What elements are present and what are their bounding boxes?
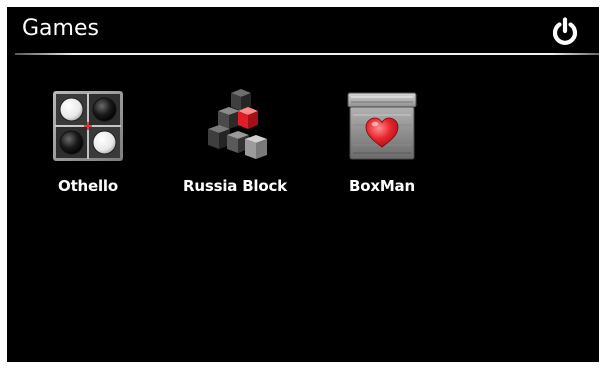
header-divider xyxy=(15,53,599,55)
game-othello[interactable]: Othello xyxy=(18,87,158,207)
game-label-boxman: BoxMan xyxy=(349,177,415,195)
othello-board-icon xyxy=(51,89,125,163)
power-button[interactable] xyxy=(550,17,580,47)
game-russia-block[interactable]: Russia Block xyxy=(165,87,305,207)
game-label-russia-block: Russia Block xyxy=(183,177,287,195)
stacked-blocks-icon xyxy=(198,89,272,163)
games-grid: Othello Russia Block BoxMan xyxy=(7,87,599,227)
game-label-othello: Othello xyxy=(58,177,118,195)
game-boxman[interactable]: BoxMan xyxy=(312,87,452,207)
page-title: Games xyxy=(22,16,99,41)
heart-crate-icon xyxy=(345,89,419,163)
header-bar: Games xyxy=(7,7,599,53)
power-icon xyxy=(552,17,578,45)
games-screen: Games Othello Russia Block BoxMan xyxy=(7,7,599,362)
